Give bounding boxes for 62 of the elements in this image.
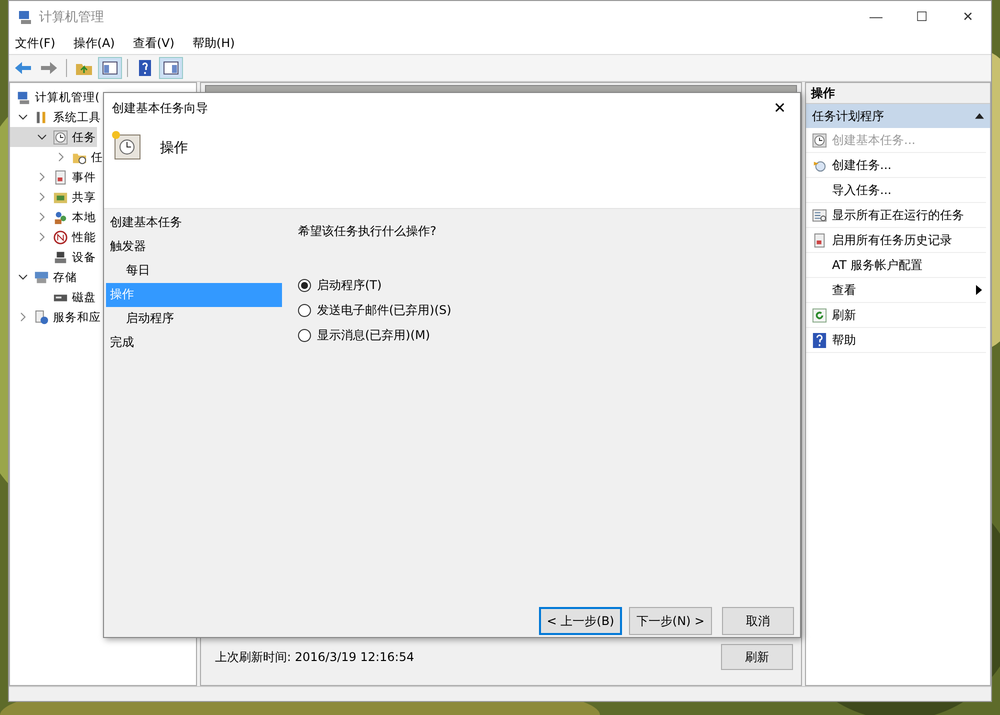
clock-icon — [110, 129, 142, 161]
notebook-icon — [812, 232, 826, 248]
wizard-step[interactable]: 每日 — [106, 259, 282, 283]
tree-item[interactable]: 设备 — [10, 247, 97, 267]
question-text: 希望该任务执行什么操作? — [298, 223, 438, 240]
action-item[interactable]: 刷新 — [806, 303, 986, 328]
last-refresh-text: 上次刷新时间: 2016/3/19 12:16:54 — [215, 648, 414, 666]
tree-item[interactable]: 任 — [10, 147, 104, 167]
action-item[interactable]: 启用所有任务历史记录 — [806, 228, 986, 253]
tree-item[interactable]: 系统工具 — [10, 107, 102, 127]
section-header[interactable]: 任务计划程序 — [806, 104, 990, 128]
maximize-button[interactable]: ☐ — [899, 1, 945, 32]
menu-item[interactable]: 文件(F) — [13, 34, 58, 52]
caret-icon[interactable] — [975, 113, 984, 119]
radio-option[interactable]: 发送电子邮件(已弃用)(S) — [298, 298, 800, 323]
dialog-title: 创建基本任务向导 — [112, 100, 208, 116]
menu-item[interactable]: 帮助(H) — [190, 34, 237, 52]
action-item[interactable]: 帮助 — [806, 328, 986, 353]
tree-item[interactable]: 磁盘 — [10, 287, 97, 307]
refresh-icon — [812, 308, 826, 322]
tree-item[interactable]: 服务和应 — [10, 307, 102, 327]
wizard-button[interactable]: < 上一步(B) — [539, 607, 622, 635]
tree-item[interactable]: 任务 — [10, 127, 97, 147]
action-item[interactable]: AT 服务帐户配置 — [806, 253, 986, 278]
menu-item[interactable]: 操作(A) — [71, 34, 117, 52]
actions-header: 操作 — [806, 83, 990, 104]
close-button[interactable]: ✕ — [945, 1, 991, 32]
window-title: 计算机管理 — [39, 8, 105, 26]
radio-option[interactable]: 显示消息(已弃用)(M) — [298, 323, 800, 348]
action-item[interactable]: 创建任务... — [806, 153, 986, 178]
wizard-step[interactable]: 启动程序 — [106, 307, 282, 331]
clock-icon — [812, 132, 826, 148]
refresh-button[interactable]: 刷新 — [721, 644, 793, 670]
action-item[interactable]: 查看 — [806, 278, 986, 303]
wizard-step[interactable]: 触发器 — [106, 235, 282, 259]
tree-item[interactable]: 存储 — [10, 267, 78, 287]
wizard-step[interactable]: 完成 — [106, 331, 282, 355]
pane-icon[interactable] — [99, 58, 121, 78]
notebook-icon — [53, 170, 68, 184]
storage-icon — [34, 270, 49, 284]
radio-option[interactable]: 启动程序(T) — [298, 273, 800, 298]
tree-item[interactable]: 性能 — [10, 227, 97, 247]
tree-item[interactable]: 本地 — [10, 207, 97, 227]
pane-icon[interactable] — [160, 58, 182, 78]
tree-item[interactable]: 事件 — [10, 167, 97, 187]
tree-item[interactable]: 计算机管理( — [10, 87, 100, 107]
wizard-button[interactable]: 下一步(N) > — [629, 607, 712, 635]
list-icon — [812, 208, 826, 222]
computer-icon — [16, 90, 31, 104]
dialog-heading: 操作 — [160, 139, 188, 157]
tree-item[interactable]: 共享 — [10, 187, 97, 207]
wizard-step[interactable]: 创建基本任务 — [106, 211, 282, 235]
minimize-button[interactable]: — — [853, 1, 899, 32]
wizard-button[interactable]: 取消 — [722, 607, 794, 635]
computer-icon — [17, 8, 33, 24]
action-item[interactable]: 显示所有正在运行的任务 — [806, 203, 986, 228]
action-item[interactable]: 导入任务... — [806, 178, 986, 203]
help-icon — [812, 332, 826, 348]
menu-item[interactable]: 查看(V) — [130, 34, 176, 52]
device-icon — [53, 250, 68, 264]
clock-icon — [53, 130, 68, 144]
submenu-arrow-icon — [976, 285, 982, 295]
